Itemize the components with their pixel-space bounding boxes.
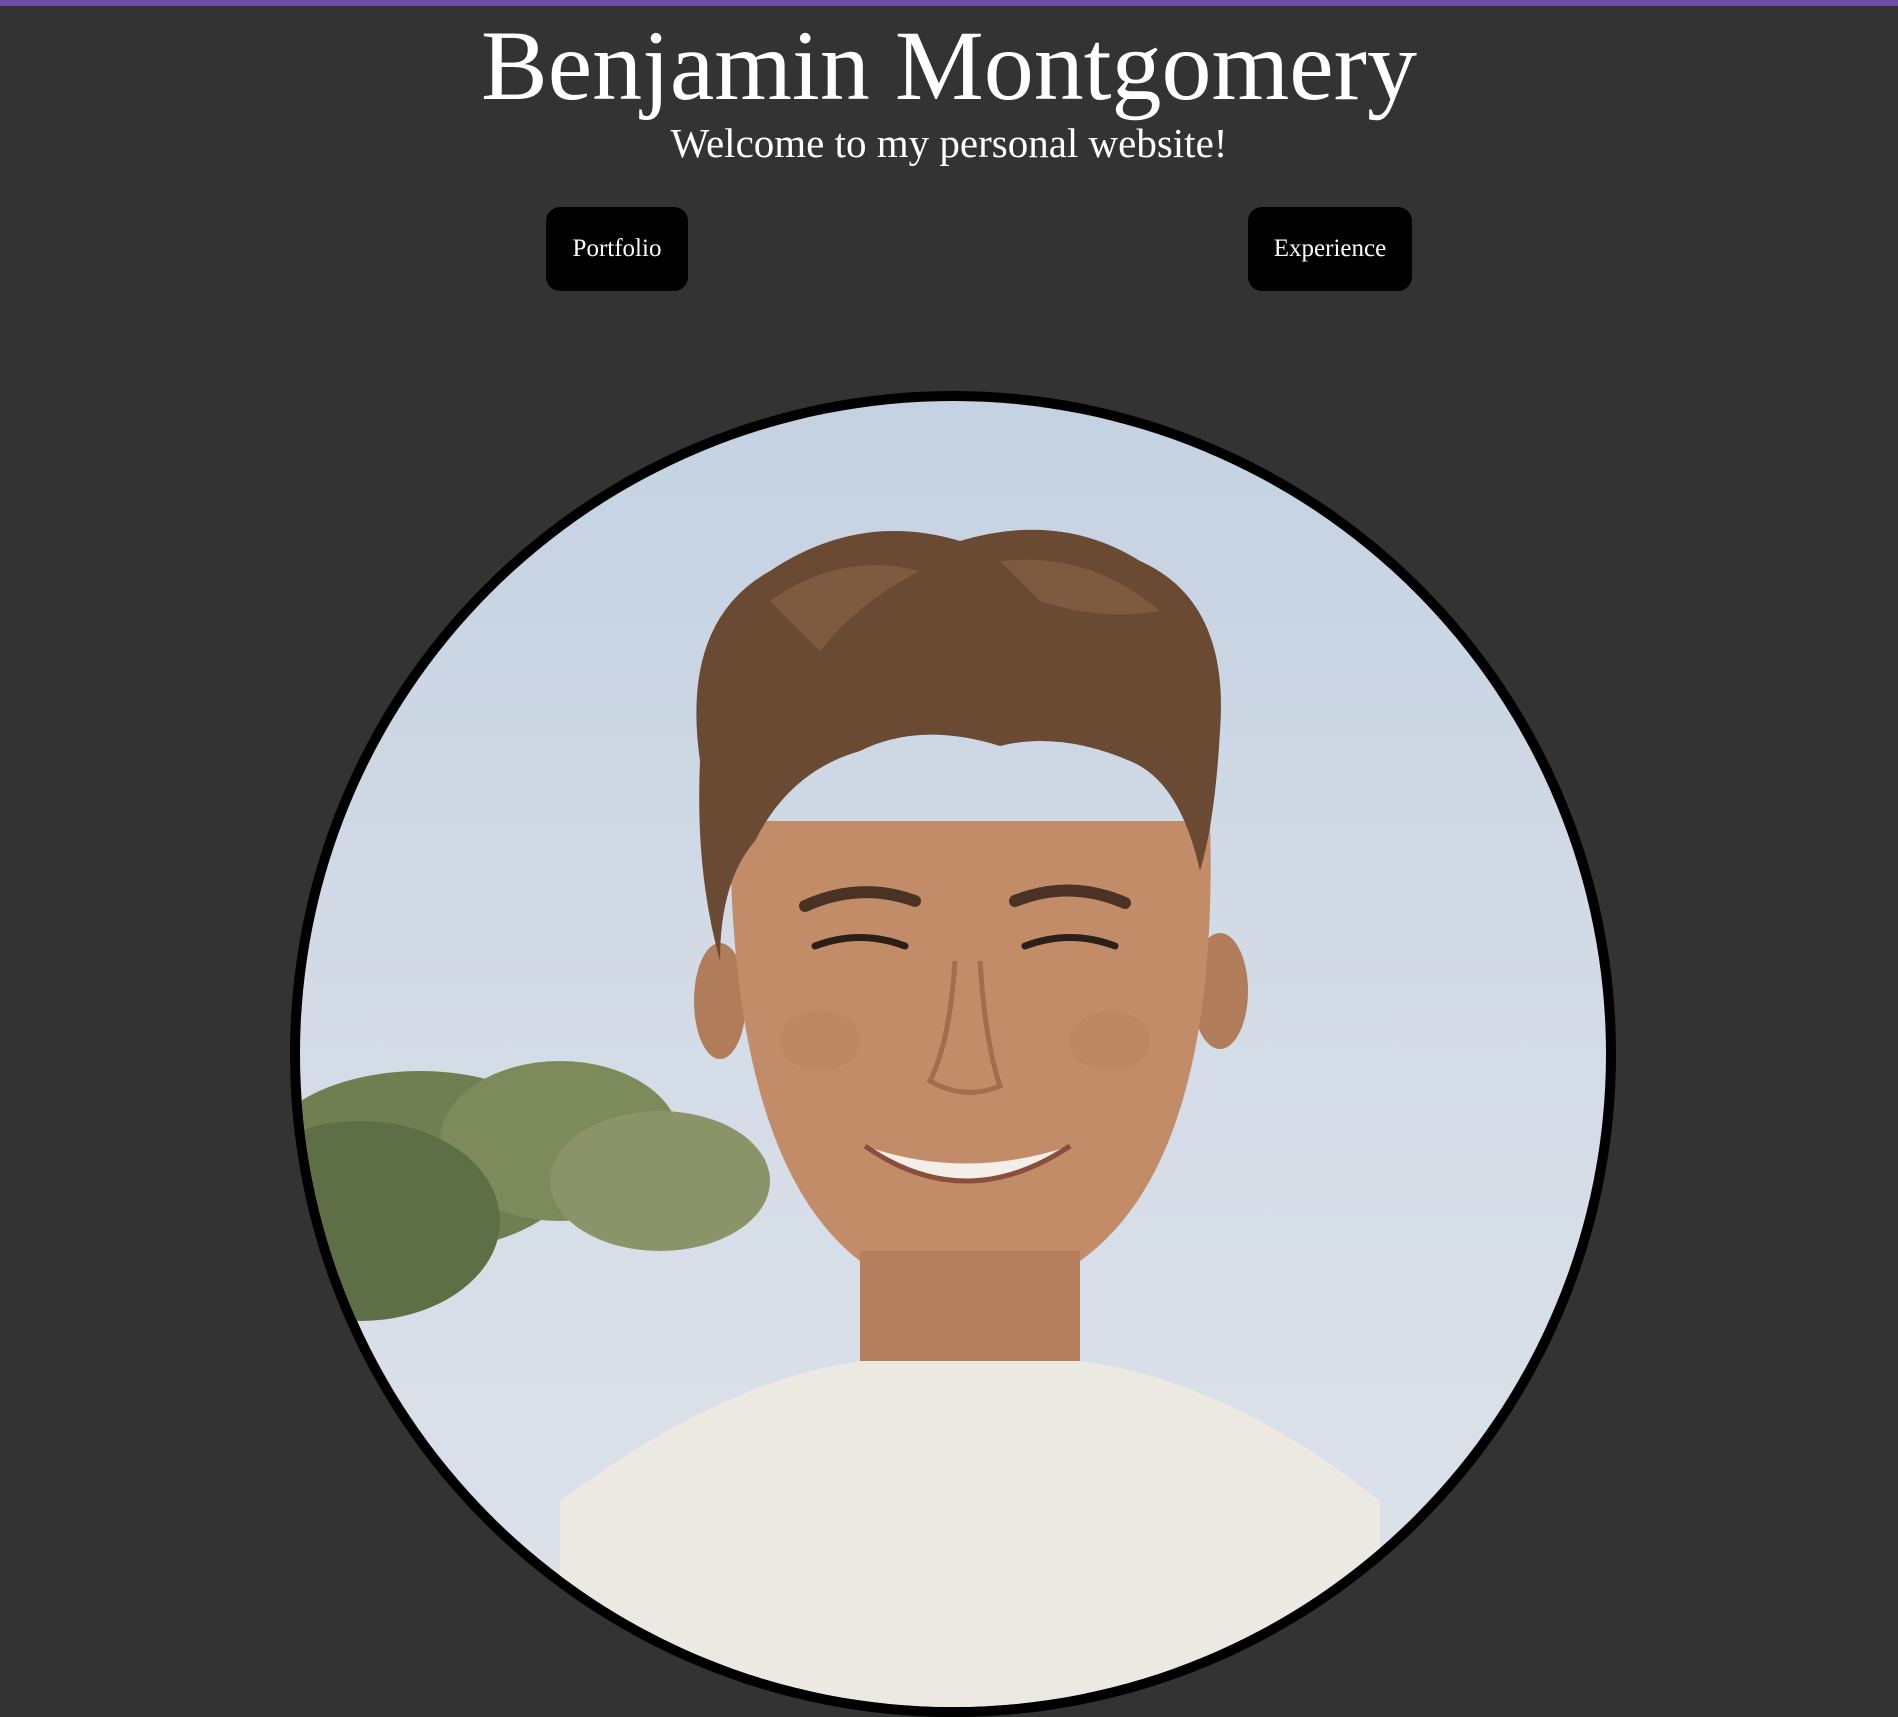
page-title: Benjamin Montgomery bbox=[481, 10, 1417, 121]
profile-photo bbox=[300, 401, 1606, 1707]
portfolio-button[interactable]: Portfolio bbox=[546, 207, 688, 291]
experience-button[interactable]: Experience bbox=[1248, 207, 1412, 291]
page-subtitle: Welcome to my personal website! bbox=[670, 120, 1228, 166]
background-trees bbox=[300, 1061, 770, 1321]
profile-photo-frame bbox=[290, 391, 1616, 1717]
portrait-illustration bbox=[300, 529, 1380, 1707]
